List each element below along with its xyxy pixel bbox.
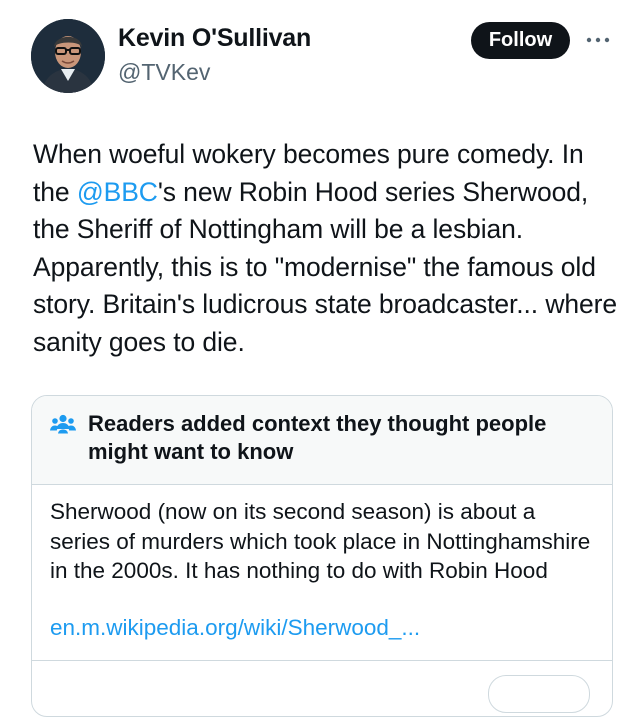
community-note-header: Readers added context they thought peopl… (32, 396, 612, 485)
community-note-source-link[interactable]: en.m.wikipedia.org/wiki/Sherwood_... (50, 615, 420, 641)
tweet-text: When woeful wokery becomes pure comedy. … (33, 136, 623, 362)
author-handle[interactable]: @TVKev (118, 59, 210, 86)
community-note-divider (32, 660, 612, 661)
avatar[interactable] (31, 19, 105, 93)
people-icon (50, 414, 76, 434)
more-horizontal-icon (586, 37, 610, 43)
bbc-mention-link[interactable]: @BBC (77, 177, 158, 207)
community-note-body: Sherwood (now on its second season) is a… (50, 499, 591, 583)
community-note-title: Readers added context they thought peopl… (88, 411, 547, 464)
more-options-button[interactable] (584, 30, 612, 50)
rate-note-button[interactable] (488, 675, 590, 713)
follow-button[interactable]: Follow (471, 22, 570, 59)
author-display-name[interactable]: Kevin O'Sullivan (118, 24, 311, 53)
community-note: Readers added context they thought peopl… (31, 395, 613, 717)
